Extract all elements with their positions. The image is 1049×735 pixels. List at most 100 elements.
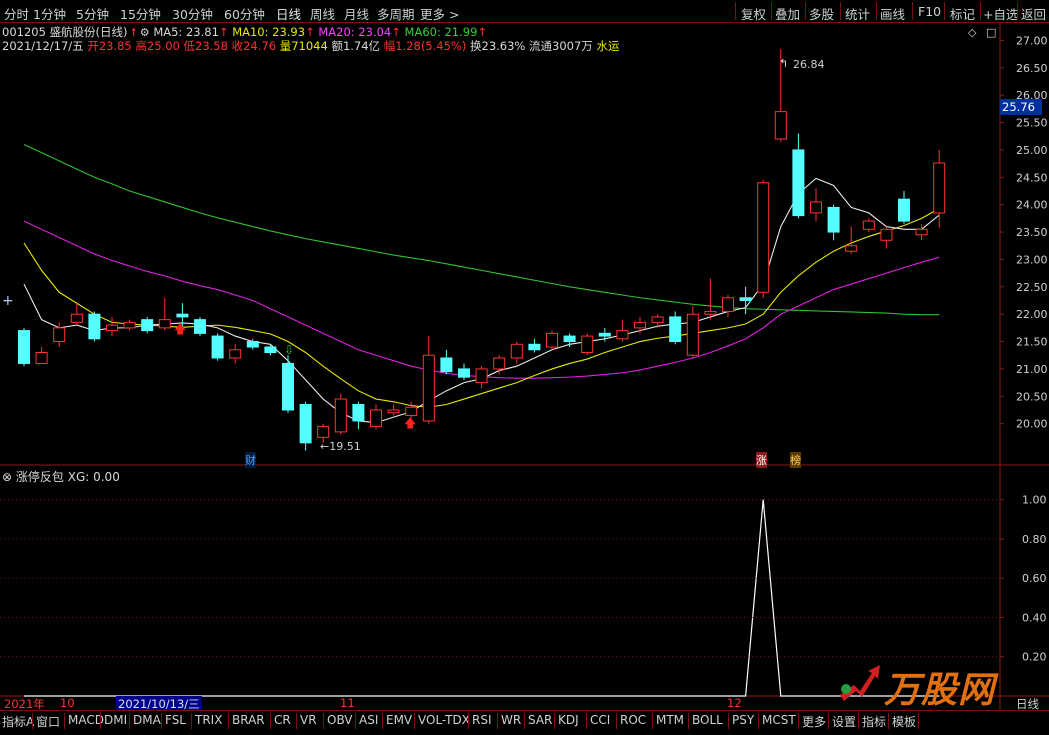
candle-body (792, 149, 805, 217)
indicator-tab[interactable]: DMI (102, 713, 129, 729)
toolbar-divider (876, 2, 877, 20)
tab-divider (728, 713, 729, 729)
tab-divider (497, 713, 498, 729)
period-tab-daily[interactable]: 日线 (276, 4, 301, 23)
indicator-tab[interactable]: EMV (384, 713, 414, 729)
draw-button[interactable]: 画线 (880, 4, 905, 23)
indicator-tab[interactable]: ROC (618, 713, 648, 729)
tab-divider (64, 713, 65, 729)
period-tab-1min[interactable]: 1分钟 (33, 4, 66, 23)
multi-stock-button[interactable]: 多股 (809, 4, 834, 23)
tab-divider (323, 713, 324, 729)
tab-divider (228, 713, 229, 729)
tab-divider (32, 713, 33, 729)
month-10-label: 10 (60, 696, 75, 710)
indicator-tab[interactable]: 指标A (0, 713, 36, 729)
candle-body (299, 404, 312, 444)
price-tick-label: 23.50 (1016, 226, 1048, 239)
indicator-tab[interactable]: BOLL (690, 713, 725, 729)
indicator-tab[interactable]: VOL-TDX (416, 713, 472, 729)
indicator-tab[interactable]: MCST (760, 713, 798, 729)
indicator-tab[interactable]: BRAR (230, 713, 267, 729)
month-11-label: 11 (340, 696, 355, 710)
period-tab-timeshare[interactable]: 分时 (4, 4, 29, 23)
tab-divider (554, 713, 555, 729)
candle-body (510, 343, 523, 359)
period-tab-multi[interactable]: 多周期 (377, 4, 415, 23)
list-marker[interactable]: 榜 (790, 452, 801, 468)
indicator-tab[interactable]: 设置 (830, 713, 858, 729)
period-tab-5min[interactable]: 5分钟 (76, 4, 109, 23)
candle-body (106, 324, 118, 332)
f10-button[interactable]: F10 (918, 4, 941, 19)
indicator-tab[interactable]: TRIX (193, 713, 224, 729)
tab-divider (129, 713, 130, 729)
low-price-label: ←19.51 (320, 440, 361, 453)
price-tick-label: 24.50 (1016, 171, 1048, 184)
candle-body (528, 343, 541, 351)
price-tick-label: 24.00 (1016, 199, 1048, 212)
add-watchlist-button[interactable]: +自选 (983, 4, 1018, 23)
tab-divider (355, 713, 356, 729)
price-tick-label: 21.00 (1016, 363, 1048, 376)
crosshair-icon: + (2, 293, 14, 309)
indicator-tab[interactable]: 更多 (800, 713, 828, 729)
stats-button[interactable]: 统计 (845, 4, 870, 23)
indicator-tab[interactable]: CCI (588, 713, 612, 729)
price-tick-label: 22.50 (1016, 281, 1048, 294)
indicator-tab[interactable]: OBV (325, 713, 355, 729)
candle-body (18, 330, 30, 364)
candle-body (933, 162, 946, 214)
indicator-tab[interactable]: VR (298, 713, 319, 729)
indicator-title: ⊗ 涨停反包 XG: 0.00 (2, 468, 120, 485)
finance-marker[interactable]: 财 (245, 452, 256, 468)
indicator-tab[interactable]: RSI (470, 713, 494, 729)
ma20-line (23, 220, 940, 379)
back-button[interactable]: 返回 (1021, 4, 1046, 23)
toolbar-divider (771, 2, 772, 20)
candle-body (827, 206, 840, 233)
period-tab-30min[interactable]: 30分钟 (172, 4, 213, 23)
indicator-tab[interactable]: PSY (730, 713, 756, 729)
tab-divider (524, 713, 525, 729)
period-tab-15min[interactable]: 15分钟 (120, 4, 161, 23)
price-tick-label: 25.50 (1016, 117, 1048, 130)
tab-divider (296, 713, 297, 729)
indicator-tab[interactable]: ASI (357, 713, 380, 729)
indicator-tab[interactable]: WR (499, 713, 523, 729)
indicator-tab[interactable]: 窗口 (34, 713, 62, 729)
mark-button[interactable]: 标记 (950, 4, 975, 23)
indicator-tab[interactable]: MTM (654, 713, 686, 729)
close-panel-icon[interactable]: ⊗ (2, 470, 12, 484)
indicator-tab[interactable]: DMA (131, 713, 163, 729)
indicator-tab[interactable]: KDJ (556, 713, 581, 729)
candle-body (70, 313, 83, 323)
candle-body (563, 335, 576, 343)
adjust-button[interactable]: 复权 (741, 4, 766, 23)
limit-up-marker[interactable]: 涨 (756, 452, 767, 468)
candle-body (598, 332, 611, 337)
candle-body (669, 316, 682, 343)
tab-divider (270, 713, 271, 729)
indicator-name[interactable]: 涨停反包 (16, 470, 64, 484)
tab-divider (586, 713, 587, 729)
candle-body (229, 349, 242, 359)
candle-body (370, 409, 382, 427)
period-tab-monthly[interactable]: 月线 (344, 4, 369, 23)
period-tab-weekly[interactable]: 周线 (310, 4, 335, 23)
indicator-tab[interactable]: SAR (526, 713, 554, 729)
tab-divider (616, 713, 617, 729)
ma20-polyline (23, 220, 940, 379)
month-12-label: 12 (727, 696, 742, 710)
tab-divider (758, 713, 759, 729)
watermark-logo: 万股网 (832, 655, 1022, 711)
tab-divider (688, 713, 689, 729)
tab-divider (468, 713, 469, 729)
overlay-button[interactable]: 叠加 (775, 4, 800, 23)
indicator-tab[interactable]: 指标 (860, 713, 888, 729)
indicator-tab[interactable]: CR (272, 713, 293, 729)
indicator-tab[interactable]: 模板 (890, 713, 918, 729)
period-tab-more[interactable]: 更多 > (420, 4, 459, 23)
period-tab-60min[interactable]: 60分钟 (224, 4, 265, 23)
indicator-tab[interactable]: FSL (163, 713, 188, 729)
